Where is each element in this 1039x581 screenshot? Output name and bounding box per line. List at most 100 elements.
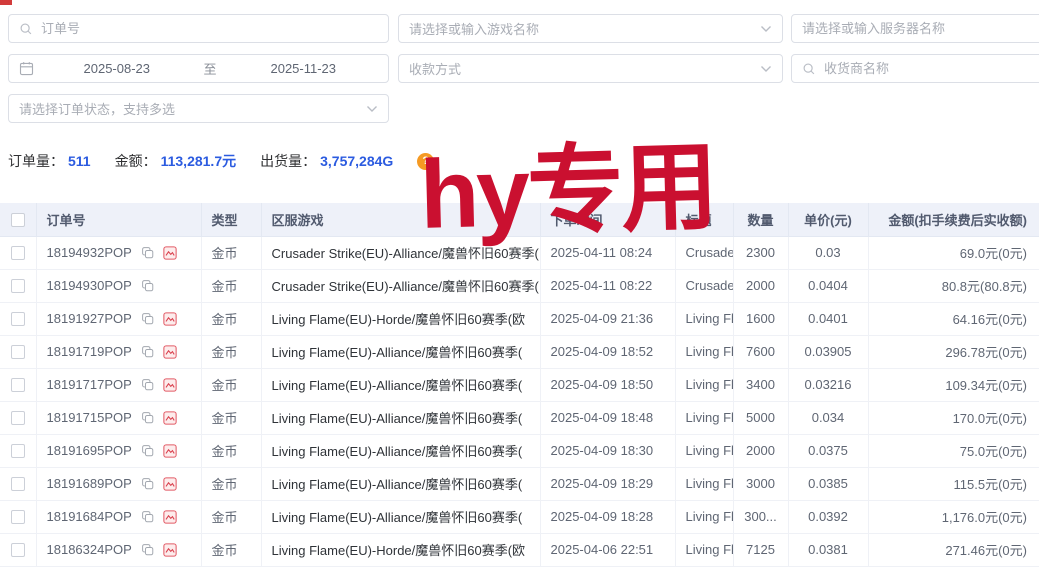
game-name-select[interactable]: 请选择或输入游戏名称: [398, 14, 783, 43]
quantity: 2000: [746, 443, 775, 458]
copy-icon[interactable]: [141, 444, 154, 457]
order-type: 金币: [212, 312, 238, 327]
order-title: Crusade: [686, 245, 734, 260]
copy-icon[interactable]: [141, 378, 154, 391]
column-header: 单价(元): [788, 203, 868, 236]
help-icon[interactable]: ?: [417, 153, 434, 170]
order-number: 18191695POP: [47, 443, 132, 458]
image-icon[interactable]: [163, 345, 177, 359]
row-checkbox[interactable]: [11, 477, 25, 491]
quantity: 300...: [744, 509, 777, 524]
table-row: 18191717POP金币Living Flame(EU)-Alliance/魔…: [0, 368, 1039, 401]
table-row: 18191684POP金币Living Flame(EU)-Alliance/魔…: [0, 500, 1039, 533]
order-number-input[interactable]: [41, 21, 378, 36]
realm-game: Living Flame(EU)-Alliance/魔兽怀旧60赛季(: [272, 378, 523, 393]
unit-price: 0.0375: [808, 443, 848, 458]
unit-price: 0.034: [812, 410, 845, 425]
order-number: 18191717POP: [47, 377, 132, 392]
row-checkbox[interactable]: [11, 246, 25, 260]
receiver-merchant-field[interactable]: [791, 54, 1039, 83]
order-number: 18194930POP: [47, 278, 132, 293]
amount: 64.16元(0元): [953, 312, 1027, 327]
row-checkbox[interactable]: [11, 279, 25, 293]
order-time: 2025-04-09 18:52: [551, 344, 654, 359]
chevron-down-icon: [366, 105, 378, 113]
image-icon[interactable]: [163, 444, 177, 458]
image-icon[interactable]: [163, 378, 177, 392]
order-time: 2025-04-11 08:22: [551, 278, 653, 293]
order-count-value: 511: [68, 153, 91, 169]
image-icon[interactable]: [163, 510, 177, 524]
date-separator: 至: [200, 59, 221, 78]
date-range-picker[interactable]: 2025-08-23 至 2025-11-23: [8, 54, 389, 83]
order-time: 2025-04-09 18:28: [551, 509, 654, 524]
order-number: 18194932POP: [47, 245, 132, 260]
image-icon[interactable]: [163, 246, 177, 260]
unit-price: 0.03: [815, 245, 840, 260]
order-status-select[interactable]: 请选择订单状态，支持多选: [8, 94, 389, 123]
row-checkbox[interactable]: [11, 411, 25, 425]
image-icon[interactable]: [163, 411, 177, 425]
column-header: 标题: [675, 203, 733, 236]
chevron-down-icon: [760, 25, 772, 33]
table-row: 18191719POP金币Living Flame(EU)-Alliance/魔…: [0, 335, 1039, 368]
order-time: 2025-04-09 18:48: [551, 410, 654, 425]
realm-game: Living Flame(EU)-Alliance/魔兽怀旧60赛季(: [272, 477, 523, 492]
quantity: 7125: [746, 542, 775, 557]
row-checkbox[interactable]: [11, 510, 25, 524]
date-start-value[interactable]: 2025-08-23: [42, 61, 192, 76]
column-header: 下单时间: [540, 203, 675, 236]
unit-price: 0.0401: [808, 311, 848, 326]
server-name-input[interactable]: [802, 21, 1038, 36]
copy-icon[interactable]: [141, 477, 154, 490]
realm-game: Living Flame(EU)-Alliance/魔兽怀旧60赛季(: [272, 345, 523, 360]
table-row: 18191689POP金币Living Flame(EU)-Alliance/魔…: [0, 467, 1039, 500]
quantity: 5000: [746, 410, 775, 425]
order-time: 2025-04-09 18:30: [551, 443, 654, 458]
amount: 271.46元(0元): [945, 543, 1027, 558]
amount: 296.78元(0元): [945, 345, 1027, 360]
row-checkbox[interactable]: [11, 345, 25, 359]
order-number: 18191715POP: [47, 410, 132, 425]
search-icon: [802, 62, 816, 76]
order-type: 金币: [212, 510, 238, 525]
row-checkbox[interactable]: [11, 543, 25, 557]
row-checkbox[interactable]: [11, 444, 25, 458]
server-name-field[interactable]: [791, 14, 1039, 43]
order-type: 金币: [212, 477, 238, 492]
copy-icon[interactable]: [141, 312, 154, 325]
order-title: Living Fl: [686, 509, 734, 524]
image-icon[interactable]: [163, 477, 177, 491]
row-checkbox[interactable]: [11, 378, 25, 392]
image-icon[interactable]: [163, 312, 177, 326]
column-header: 订单号: [36, 203, 201, 236]
payment-method-select[interactable]: 收款方式: [398, 54, 783, 83]
order-title: Living Fl: [686, 311, 734, 326]
receiver-merchant-input[interactable]: [824, 61, 1038, 76]
order-time: 2025-04-09 18:29: [551, 476, 654, 491]
copy-icon[interactable]: [141, 510, 154, 523]
order-title: Living Fl: [686, 410, 734, 425]
realm-game: Living Flame(EU)-Alliance/魔兽怀旧60赛季(: [272, 411, 523, 426]
copy-icon[interactable]: [141, 279, 154, 292]
unit-price: 0.0381: [808, 542, 848, 557]
realm-game: Living Flame(EU)-Alliance/魔兽怀旧60赛季(: [272, 444, 523, 459]
date-end-value[interactable]: 2025-11-23: [229, 61, 379, 76]
order-number: 18186324POP: [47, 542, 132, 557]
image-icon[interactable]: [163, 543, 177, 557]
copy-icon[interactable]: [141, 411, 154, 424]
select-all-checkbox[interactable]: [11, 213, 25, 227]
row-checkbox[interactable]: [11, 312, 25, 326]
table-header-row: 订单号类型区服游戏下单时间标题数量单价(元)金额(扣手续费后实收额): [0, 203, 1039, 236]
order-number: 18191684POP: [47, 509, 132, 524]
order-time: 2025-04-11 08:24: [551, 245, 653, 260]
unit-price: 0.03905: [805, 344, 852, 359]
amount: 1,176.0元(0元): [942, 510, 1027, 525]
game-select-placeholder: 请选择或输入游戏名称: [409, 19, 539, 38]
amount: 115.5元(0元): [954, 477, 1027, 492]
copy-icon[interactable]: [141, 246, 154, 259]
order-number-search-field[interactable]: [8, 14, 389, 43]
copy-icon[interactable]: [141, 345, 154, 358]
order-title: Living Fl: [686, 344, 734, 359]
copy-icon[interactable]: [141, 543, 154, 556]
